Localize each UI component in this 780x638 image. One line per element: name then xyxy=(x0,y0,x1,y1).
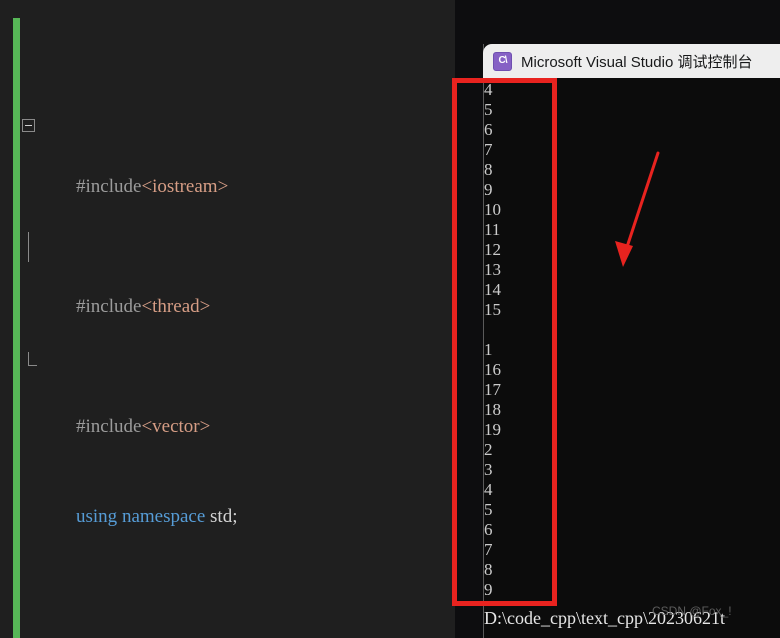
console-output-line: 15 xyxy=(484,300,501,319)
fold-collapse-icon[interactable] xyxy=(22,119,35,132)
console-output-line: 8 xyxy=(484,560,493,579)
token-include: #include xyxy=(76,176,142,197)
console-output-line: 9 xyxy=(484,580,493,599)
token-include: #include xyxy=(76,416,142,437)
csdn-watermark: CSDN @Fox_! xyxy=(652,604,732,618)
outline-vertical-line-end xyxy=(28,352,37,366)
console-output-line: 4 xyxy=(484,80,493,99)
code-line[interactable]: #include<thread> xyxy=(24,232,454,317)
console-output-area: 4 5 6 7 8 9 10 11 12 13 14 15 1 16 17 18… xyxy=(484,80,780,600)
console-output-line: 18 xyxy=(484,400,501,419)
visual-studio-console-icon: C\ xyxy=(493,51,512,71)
console-output-line: 7 xyxy=(484,540,493,559)
token-std: std; xyxy=(210,506,238,527)
code-text-area[interactable]: #include<iostream> #include<thread> #inc… xyxy=(22,22,454,638)
console-output-line: 3 xyxy=(484,460,493,479)
screenshot-root: #include<iostream> #include<thread> #inc… xyxy=(0,0,780,638)
console-output-line: 14 xyxy=(484,280,501,299)
token-include: #include xyxy=(76,296,142,317)
console-output-line: 7 xyxy=(484,140,493,159)
console-output-line: 11 xyxy=(484,220,501,239)
unsaved-change-indicator-bar xyxy=(13,18,20,638)
token-header-iostream: <iostream> xyxy=(141,176,229,197)
code-line[interactable]: #include<vector> xyxy=(24,352,454,437)
token-header-vector: <vector> xyxy=(141,416,211,437)
console-output-line: 16 xyxy=(484,360,501,379)
console-output-line: 5 xyxy=(484,500,493,519)
console-title-bar[interactable]: C\ Microsoft Visual Studio 调试控制台 xyxy=(483,44,780,78)
console-title-text: Microsoft Visual Studio 调试控制台 xyxy=(521,53,753,71)
console-output-line: 12 xyxy=(484,240,501,259)
console-output-line: 9 xyxy=(484,180,493,199)
code-line[interactable]: using namespace std; xyxy=(24,472,454,527)
console-output-line: 5 xyxy=(484,100,493,119)
console-output-line: 1 xyxy=(484,340,493,359)
outline-vertical-line xyxy=(28,232,29,262)
code-line-blank[interactable] xyxy=(24,592,454,622)
token-using: using xyxy=(76,506,118,527)
console-output-line: 6 xyxy=(484,120,493,139)
token-namespace: namespace xyxy=(121,506,206,527)
console-output-line: 4 xyxy=(484,480,493,499)
console-output-line: 13 xyxy=(484,260,501,279)
console-output-blank-line xyxy=(484,320,780,340)
console-output-line: 6 xyxy=(484,520,493,539)
code-line[interactable]: #include<iostream> xyxy=(22,112,454,197)
console-output-line: 2 xyxy=(484,440,493,459)
console-output-line: 17 xyxy=(484,380,501,399)
console-output-line: 8 xyxy=(484,160,493,179)
console-output-line: 10 xyxy=(484,200,501,219)
token-header-thread: <thread> xyxy=(141,296,211,317)
code-editor-pane[interactable]: #include<iostream> #include<thread> #inc… xyxy=(0,0,455,638)
console-output-line: 19 xyxy=(484,420,501,439)
